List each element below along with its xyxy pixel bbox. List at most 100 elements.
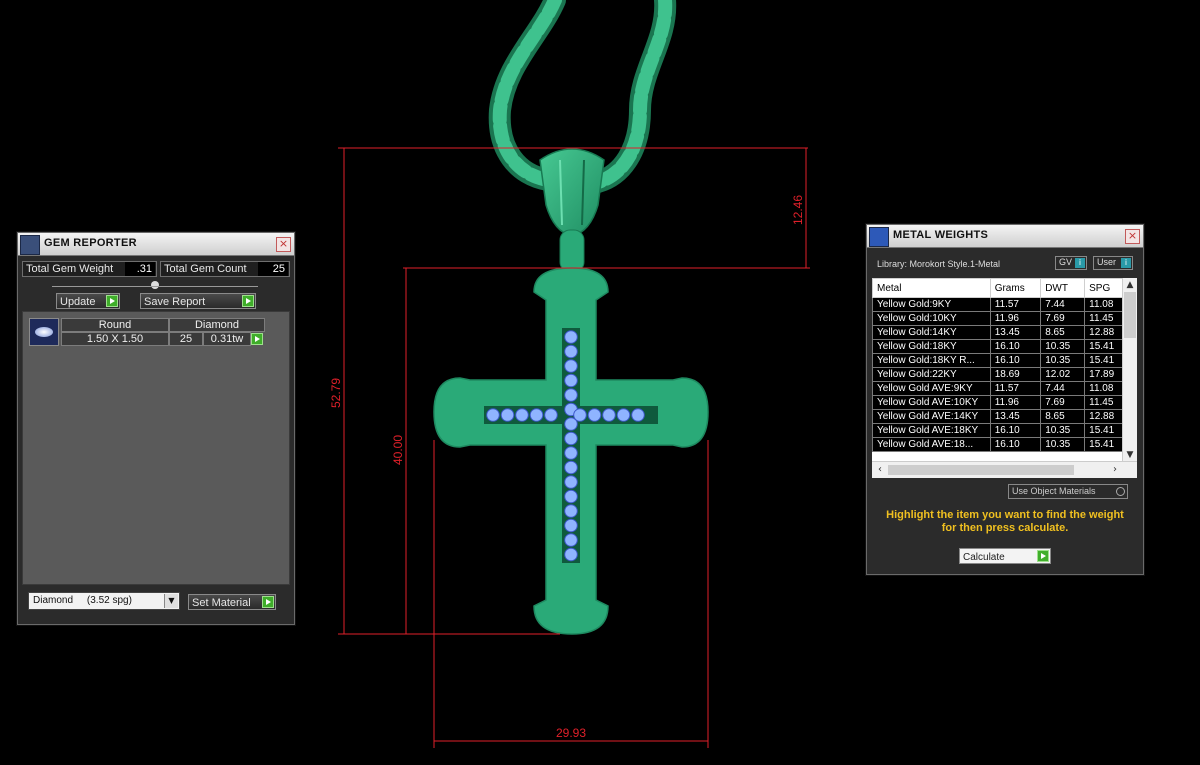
cell-metal: Yellow Gold:18KY: [872, 339, 991, 354]
gem-stone: [631, 408, 645, 422]
gem-go-button[interactable]: [251, 333, 263, 345]
vertical-scrollbar[interactable]: ▲ ▼: [1122, 278, 1137, 462]
scroll-h-thumb[interactable]: [888, 465, 1074, 475]
info-icon: i: [1075, 258, 1085, 268]
gem-stone: [587, 408, 602, 422]
cell-dwt: 8.65: [1040, 325, 1086, 340]
col-dwt[interactable]: DWT: [1040, 278, 1086, 298]
use-object-materials-toggle[interactable]: Use Object Materials: [1008, 484, 1128, 499]
gem-stone: [500, 408, 515, 422]
table-row[interactable]: Yellow Gold:9KY 11.57 7.44 11.08: [872, 297, 1123, 312]
cell-metal: Yellow Gold:14KY: [872, 325, 991, 340]
gem-stone: [564, 533, 578, 547]
cell-spg: 15.41: [1084, 423, 1123, 438]
cell-grams: 11.96: [989, 395, 1042, 410]
gem-cut: Round: [61, 318, 169, 332]
cell-dwt: 7.69: [1040, 311, 1086, 326]
cell-metal: Yellow Gold:9KY: [872, 297, 991, 312]
cell-dwt: 7.44: [1040, 381, 1086, 396]
set-material-label: Set Material: [192, 597, 251, 609]
table-row[interactable]: Yellow Gold AVE:14KY 13.45 8.65 12.88: [872, 409, 1123, 424]
horizontal-scrollbar[interactable]: ‹ ›: [872, 461, 1137, 478]
play-icon: [262, 596, 274, 608]
cell-metal: Yellow Gold AVE:18KY: [872, 423, 991, 438]
close-icon[interactable]: ×: [276, 237, 291, 252]
cell-spg: 15.41: [1084, 353, 1123, 368]
play-icon: [106, 295, 118, 307]
gem-stone: [616, 408, 631, 422]
gem-size: 1.50 X 1.50: [61, 332, 169, 346]
calculate-button[interactable]: Calculate: [959, 548, 1051, 564]
table-row[interactable]: Yellow Gold:14KY 13.45 8.65 12.88: [872, 325, 1123, 340]
gv-toggle[interactable]: GV i: [1055, 256, 1087, 270]
gem-stone: [564, 475, 578, 489]
scroll-down-icon[interactable]: ▼: [1123, 448, 1137, 462]
calculate-label: Calculate: [963, 552, 1005, 563]
table-row[interactable]: Yellow Gold AVE:18KY 16.10 10.35 15.41: [872, 423, 1123, 438]
info-icon: i: [1121, 258, 1131, 268]
gem-list-area[interactable]: Round Diamond 1.50 X 1.50 25 0.31tw: [22, 311, 290, 585]
cell-dwt: 12.02: [1040, 367, 1086, 382]
dim-overall-height: 52.79: [329, 378, 343, 408]
cell-metal: Yellow Gold AVE:9KY: [872, 381, 991, 396]
update-button[interactable]: Update: [56, 293, 120, 309]
col-metal[interactable]: Metal: [872, 278, 991, 298]
gem-stone: [602, 408, 616, 422]
cell-dwt: 10.35: [1040, 353, 1086, 368]
scroll-right-icon[interactable]: ›: [1109, 462, 1121, 478]
metal-weights-titlebar[interactable]: METAL WEIGHTS ×: [867, 225, 1143, 248]
cell-dwt: 7.69: [1040, 395, 1086, 410]
dim-bail-height: 12.46: [791, 195, 805, 225]
save-report-button[interactable]: Save Report: [140, 293, 256, 309]
scroll-left-icon[interactable]: ‹: [874, 462, 886, 478]
gem-stone: [564, 489, 578, 504]
scroll-thumb[interactable]: [1124, 292, 1136, 338]
user-toggle[interactable]: User i: [1093, 256, 1133, 270]
total-gem-count-value: 25: [258, 262, 288, 276]
divider-knob-icon[interactable]: [151, 281, 159, 289]
table-row[interactable]: Yellow Gold AVE:18... 16.10 10.35 15.41: [872, 437, 1123, 452]
gem-stone: [564, 344, 578, 359]
cell-grams: 13.45: [989, 325, 1042, 340]
hint-text: Highlight the item you want to find the …: [867, 509, 1143, 535]
cell-grams: 11.57: [989, 381, 1042, 396]
cell-spg: 11.08: [1084, 381, 1123, 396]
cell-grams: 16.10: [989, 353, 1042, 368]
table-row[interactable]: Yellow Gold AVE:10KY 11.96 7.69 11.45: [872, 395, 1123, 410]
gem-list-item[interactable]: Round Diamond 1.50 X 1.50 25 0.31tw: [25, 316, 265, 348]
table-row[interactable]: Yellow Gold:10KY 11.96 7.69 11.45: [872, 311, 1123, 326]
table-row[interactable]: Yellow Gold:18KY R... 16.10 10.35 15.41: [872, 353, 1123, 368]
cell-metal: Yellow Gold:18KY R...: [872, 353, 991, 368]
gem-reporter-title: GEM REPORTER: [44, 237, 137, 249]
set-material-button[interactable]: Set Material: [188, 594, 276, 610]
gem-reporter-titlebar[interactable]: GEM REPORTER ×: [18, 233, 294, 256]
save-report-label: Save Report: [144, 296, 206, 308]
cell-grams: 16.10: [989, 339, 1042, 354]
round-gem-icon: [29, 318, 59, 346]
material-select[interactable]: Diamond (3.52 spg) ▼: [28, 592, 180, 610]
chevron-down-icon[interactable]: ▼: [164, 594, 178, 608]
cell-dwt: 8.65: [1040, 409, 1086, 424]
gv-label: GV: [1059, 257, 1073, 267]
gem-material: Diamond: [169, 318, 265, 332]
cell-spg: 15.41: [1084, 339, 1123, 354]
cross-pendant: [433, 267, 709, 635]
cell-dwt: 10.35: [1040, 339, 1086, 354]
gem-stone: [515, 408, 529, 422]
cell-spg: 11.45: [1084, 395, 1123, 410]
col-spg[interactable]: SPG: [1084, 278, 1123, 298]
cell-dwt: 10.35: [1040, 423, 1086, 438]
cell-spg: 11.45: [1084, 311, 1123, 326]
gem-stone: [486, 408, 500, 422]
metal-weights-icon: [869, 227, 889, 247]
close-icon[interactable]: ×: [1125, 229, 1140, 244]
metal-weights-title: METAL WEIGHTS: [893, 229, 989, 241]
table-row[interactable]: Yellow Gold:22KY 18.69 12.02 17.89: [872, 367, 1123, 382]
metal-table: Metal Grams DWT SPG Yellow Gold:9KY 11.57…: [872, 278, 1123, 452]
scroll-up-icon[interactable]: ▲: [1123, 278, 1137, 292]
cell-grams: 11.96: [989, 311, 1042, 326]
table-row[interactable]: Yellow Gold:18KY 16.10 10.35 15.41: [872, 339, 1123, 354]
table-row[interactable]: Yellow Gold AVE:9KY 11.57 7.44 11.08: [872, 381, 1123, 396]
metal-table-wrap[interactable]: Metal Grams DWT SPG Yellow Gold:9KY 11.57…: [872, 278, 1137, 478]
col-grams[interactable]: Grams: [989, 278, 1042, 298]
